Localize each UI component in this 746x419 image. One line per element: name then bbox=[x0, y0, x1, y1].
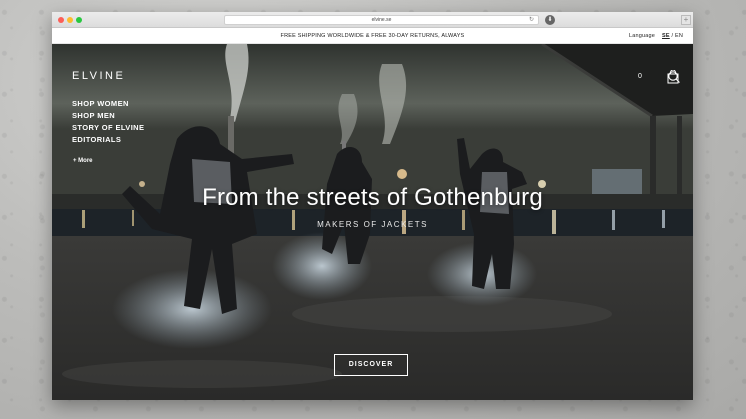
language-label: Language bbox=[629, 33, 656, 39]
nav-more-link[interactable]: + More bbox=[73, 158, 93, 164]
language-separator: / bbox=[671, 33, 674, 39]
close-window-button[interactable] bbox=[58, 17, 64, 23]
language-option-en[interactable]: EN bbox=[675, 33, 683, 39]
download-icon[interactable]: ⬇ bbox=[545, 15, 555, 25]
cart-count: 0 bbox=[638, 73, 642, 80]
shipping-promo-text: FREE SHIPPING WORLDWIDE & FREE 30-DAY RE… bbox=[280, 33, 465, 39]
minimize-window-button[interactable] bbox=[67, 17, 73, 23]
shopping-bag-icon[interactable] bbox=[667, 70, 679, 84]
elvine-logo[interactable]: ELVINE bbox=[72, 70, 125, 82]
browser-titlebar: elvine.se ↻ ⬇ + bbox=[52, 12, 693, 28]
hero-subheadline: MAKERS OF JACKETS bbox=[317, 220, 428, 229]
browser-window: elvine.se ↻ ⬇ + FREE SHIPPING WORLDWIDE … bbox=[52, 12, 693, 400]
language-option-se[interactable]: SE bbox=[662, 33, 670, 39]
maximize-window-button[interactable] bbox=[76, 17, 82, 23]
nav-story-of-elvine[interactable]: STORY OF ELVINE bbox=[72, 122, 144, 134]
new-tab-button[interactable]: + bbox=[681, 15, 691, 25]
reload-icon[interactable]: ↻ bbox=[529, 16, 534, 25]
discover-button[interactable]: DISCOVER bbox=[334, 354, 408, 376]
language-switcher: Language SE / EN bbox=[629, 33, 683, 39]
promo-bar: FREE SHIPPING WORLDWIDE & FREE 30-DAY RE… bbox=[52, 28, 693, 44]
address-url: elvine.se bbox=[371, 17, 392, 23]
hero-banner: ELVINE SHOP WOMEN SHOP MEN STORY OF ELVI… bbox=[52, 44, 693, 400]
nav-shop-women[interactable]: SHOP WOMEN bbox=[72, 98, 144, 110]
hero-headline: From the streets of Gothenburg bbox=[202, 184, 543, 211]
address-bar[interactable]: elvine.se ↻ bbox=[224, 15, 539, 25]
nav-editorials[interactable]: EDITORIALS bbox=[72, 134, 144, 146]
nav-shop-men[interactable]: SHOP MEN bbox=[72, 110, 144, 122]
main-nav: SHOP WOMEN SHOP MEN STORY OF ELVINE EDIT… bbox=[72, 98, 144, 146]
